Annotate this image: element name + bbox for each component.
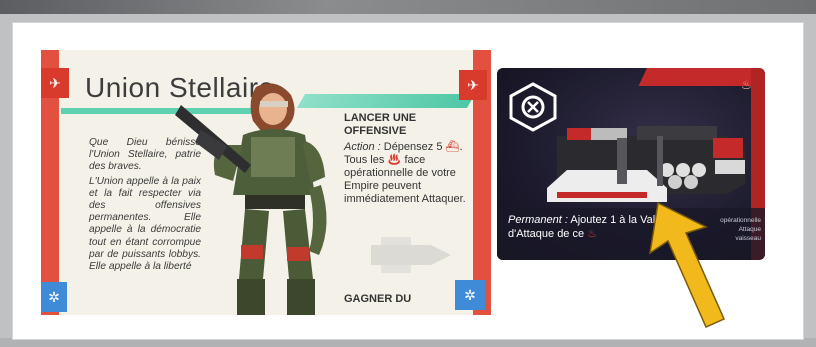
action-label: Action : [344,141,381,153]
action-text-part: Dépensez 5 [380,141,446,153]
gear-icon: ✲ [41,282,67,312]
action-text: Action : Dépensez 5 ⛴. Tous les ♨ face o… [344,141,466,206]
empire-card-union-stellaire: ✈ ✈ ✲ ✲ Union Stellaire Que Dieu bénisse… [41,50,491,315]
flame-icon: ♨ [387,154,402,166]
credit-icon: ⛴ [445,141,460,153]
gear-icon: ✲ [455,280,485,310]
action-title: LANCER UNE OFFENSIVE [344,112,417,137]
next-action-title: GAGNER DU [344,293,412,305]
arrow-icon [648,201,725,328]
ability-text-part: d'Attaque de ce [508,228,588,240]
ship-icon: ✈ [41,68,69,98]
flame-icon: ♨ [587,228,598,240]
top-banner [0,0,816,14]
permanent-label: Permanent : [508,214,568,226]
ship-icon: ✈ [459,70,487,100]
ship-watermark-icon [371,237,451,273]
